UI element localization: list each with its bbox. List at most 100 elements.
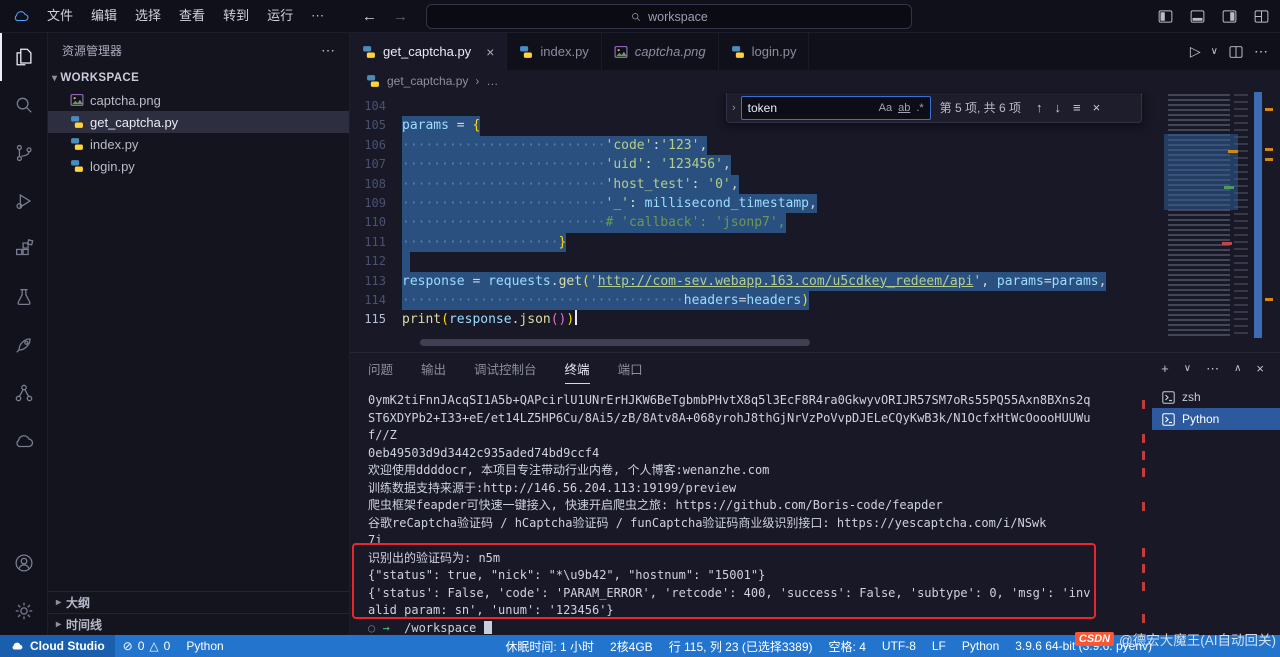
code-line[interactable]: 115 print(response.json()) bbox=[350, 310, 1162, 329]
close-panel-icon[interactable]: × bbox=[1256, 361, 1264, 376]
toggle-replace-icon[interactable]: › bbox=[727, 102, 741, 114]
search-view-icon[interactable] bbox=[0, 81, 48, 129]
explorer-icon[interactable] bbox=[0, 33, 48, 81]
breadcrumb[interactable]: get_captcha.py › … bbox=[350, 70, 1280, 92]
python-file-icon bbox=[366, 74, 380, 88]
panel-tab-ports[interactable]: 端口 bbox=[618, 353, 643, 384]
breadcrumb-file[interactable]: get_captcha.py bbox=[387, 74, 468, 88]
language-mode-status[interactable]: Python bbox=[954, 639, 1007, 653]
line-number: 110 bbox=[364, 215, 386, 230]
split-editor-icon[interactable] bbox=[1228, 44, 1244, 60]
vscode-window: 文件 编辑 选择 查看 转到 运行 ⋯ ← → workspace 资源管理器 … bbox=[0, 0, 1280, 657]
find-in-selection-icon[interactable]: ≡ bbox=[1067, 100, 1087, 115]
terminal-session-zsh[interactable]: zsh bbox=[1152, 386, 1280, 408]
menu-edit[interactable]: 编辑 bbox=[82, 5, 126, 27]
panel-tab-problems[interactable]: 问题 bbox=[368, 353, 393, 384]
whole-word-icon[interactable]: ab bbox=[898, 102, 910, 114]
regex-icon[interactable]: .* bbox=[916, 102, 923, 114]
file-row-captcha-png[interactable]: captcha.png bbox=[48, 89, 349, 111]
tab-index-py[interactable]: index.py bbox=[507, 33, 602, 70]
toggle-sidebar-left-icon[interactable] bbox=[1157, 8, 1174, 25]
file-row-login-py[interactable]: login.py bbox=[48, 155, 349, 177]
file-row-index-py[interactable]: index.py bbox=[48, 133, 349, 155]
testing-icon[interactable] bbox=[0, 273, 48, 321]
menu-selection[interactable]: 选择 bbox=[126, 5, 170, 27]
code-line[interactable]: 113 response = requests.get('http://com-s… bbox=[350, 271, 1162, 291]
code-lines[interactable]: 104 105 params = {106 ·····················… bbox=[350, 97, 1162, 330]
minimap-slider[interactable] bbox=[1254, 92, 1262, 338]
code-line[interactable]: 106 ··························'code':'123… bbox=[350, 135, 1162, 156]
close-tab-icon[interactable]: × bbox=[486, 44, 494, 60]
code-line[interactable]: 107 ··························'uid': '123… bbox=[350, 155, 1162, 175]
code-line[interactable]: 111 ····················} bbox=[350, 232, 1162, 253]
rocket-deploy-icon[interactable] bbox=[0, 321, 48, 369]
sleep-time-status[interactable]: 休眠时间: 1 小时 bbox=[497, 638, 602, 655]
new-terminal-icon[interactable]: + bbox=[1161, 361, 1169, 376]
indentation-status[interactable]: 空格: 4 bbox=[821, 638, 874, 655]
toggle-sidebar-right-icon[interactable] bbox=[1221, 8, 1238, 25]
customize-layout-icon[interactable] bbox=[1253, 8, 1270, 25]
sidebar-more-actions-icon[interactable]: ⋯ bbox=[321, 42, 335, 59]
find-input[interactable]: token Aa ab .* bbox=[740, 95, 931, 120]
terminal-line: f//Z bbox=[368, 428, 397, 442]
panel-more-actions-icon[interactable]: ⋯ bbox=[1206, 361, 1219, 377]
code-editor[interactable]: 104 105 params = {106 ·····················… bbox=[350, 92, 1280, 352]
python-status-left[interactable]: Python bbox=[178, 639, 231, 653]
code-line[interactable]: 109 ··························'_': millis… bbox=[350, 193, 1162, 214]
tab-captcha-png[interactable]: captcha.png bbox=[601, 33, 719, 70]
panel-tab-output[interactable]: 输出 bbox=[421, 353, 446, 384]
organization-icon[interactable] bbox=[0, 369, 48, 417]
match-case-icon[interactable]: Aa bbox=[879, 102, 892, 114]
python-file-icon bbox=[70, 137, 84, 151]
tab-login-py[interactable]: login.py bbox=[718, 33, 810, 70]
settings-gear-icon[interactable] bbox=[0, 587, 48, 635]
accounts-icon[interactable] bbox=[0, 539, 48, 587]
breadcrumb-symbol[interactable]: … bbox=[486, 74, 498, 88]
minimap[interactable] bbox=[1164, 92, 1254, 338]
cloud-view-icon[interactable] bbox=[0, 417, 48, 465]
maximize-panel-icon[interactable]: ∧ bbox=[1234, 363, 1241, 374]
code-line[interactable]: 112 bbox=[350, 252, 1162, 272]
menu-run[interactable]: 运行 bbox=[258, 5, 302, 27]
tab-get-captcha-py[interactable]: get_captcha.py × bbox=[350, 33, 508, 70]
run-debug-icon[interactable] bbox=[0, 177, 48, 225]
code-line[interactable]: 114 ····································h… bbox=[350, 290, 1162, 311]
navigate-back-icon[interactable]: ← bbox=[362, 8, 377, 25]
encoding-status[interactable]: UTF-8 bbox=[874, 639, 924, 653]
problems-status[interactable]: ⊘ 0 △ 0 bbox=[115, 639, 179, 653]
line-number: 108 bbox=[364, 176, 386, 191]
close-find-icon[interactable]: × bbox=[1087, 100, 1107, 115]
workspace-section-header[interactable]: ▾ WORKSPACE bbox=[48, 67, 349, 89]
navigate-forward-icon[interactable]: → bbox=[393, 8, 408, 25]
cursor-position-status[interactable]: 行 115, 列 23 (已选择3389) bbox=[661, 638, 821, 655]
run-python-file-icon[interactable]: ▷ bbox=[1190, 43, 1201, 60]
previous-match-icon[interactable]: ↑ bbox=[1030, 100, 1049, 115]
menu-file[interactable]: 文件 bbox=[38, 5, 82, 27]
panel-tab-debug-console[interactable]: 调试控制台 bbox=[474, 353, 537, 384]
menu-view[interactable]: 查看 bbox=[170, 5, 214, 27]
terminal-session-python[interactable]: Python bbox=[1152, 408, 1280, 430]
python-file-icon bbox=[70, 115, 84, 129]
eol-status[interactable]: LF bbox=[924, 639, 954, 653]
editor-more-actions-icon[interactable]: ⋯ bbox=[1254, 43, 1268, 60]
horizontal-scrollbar[interactable] bbox=[420, 339, 810, 346]
terminal-dropdown-icon[interactable]: ∨ bbox=[1184, 363, 1191, 374]
panel-tab-terminal[interactable]: 终端 bbox=[564, 353, 590, 384]
outline-section[interactable]: ▸ 大纲 bbox=[48, 591, 349, 613]
cloud-studio-brand[interactable]: Cloud Studio bbox=[0, 635, 115, 657]
menu-go[interactable]: 转到 bbox=[214, 5, 258, 27]
code-line[interactable]: 110 ··························# 'callback… bbox=[350, 213, 1162, 233]
code-line[interactable]: 108 ··························'host_test'… bbox=[350, 174, 1162, 194]
file-row-get-captcha-py[interactable]: get_captcha.py bbox=[48, 111, 349, 133]
timeline-section[interactable]: ▸ 时间线 bbox=[48, 613, 349, 635]
activity-bar bbox=[0, 33, 48, 635]
machine-spec-status[interactable]: 2核4GB bbox=[602, 638, 661, 655]
next-match-icon[interactable]: ↓ bbox=[1049, 100, 1068, 115]
python-file-icon bbox=[519, 45, 533, 59]
extensions-icon[interactable] bbox=[0, 225, 48, 273]
source-control-icon[interactable] bbox=[0, 129, 48, 177]
command-center-search[interactable]: workspace bbox=[426, 4, 912, 29]
run-dropdown-icon[interactable]: ∨ bbox=[1211, 46, 1218, 57]
toggle-panel-icon[interactable] bbox=[1189, 8, 1206, 25]
menu-more-icon[interactable]: ⋯ bbox=[302, 5, 333, 27]
